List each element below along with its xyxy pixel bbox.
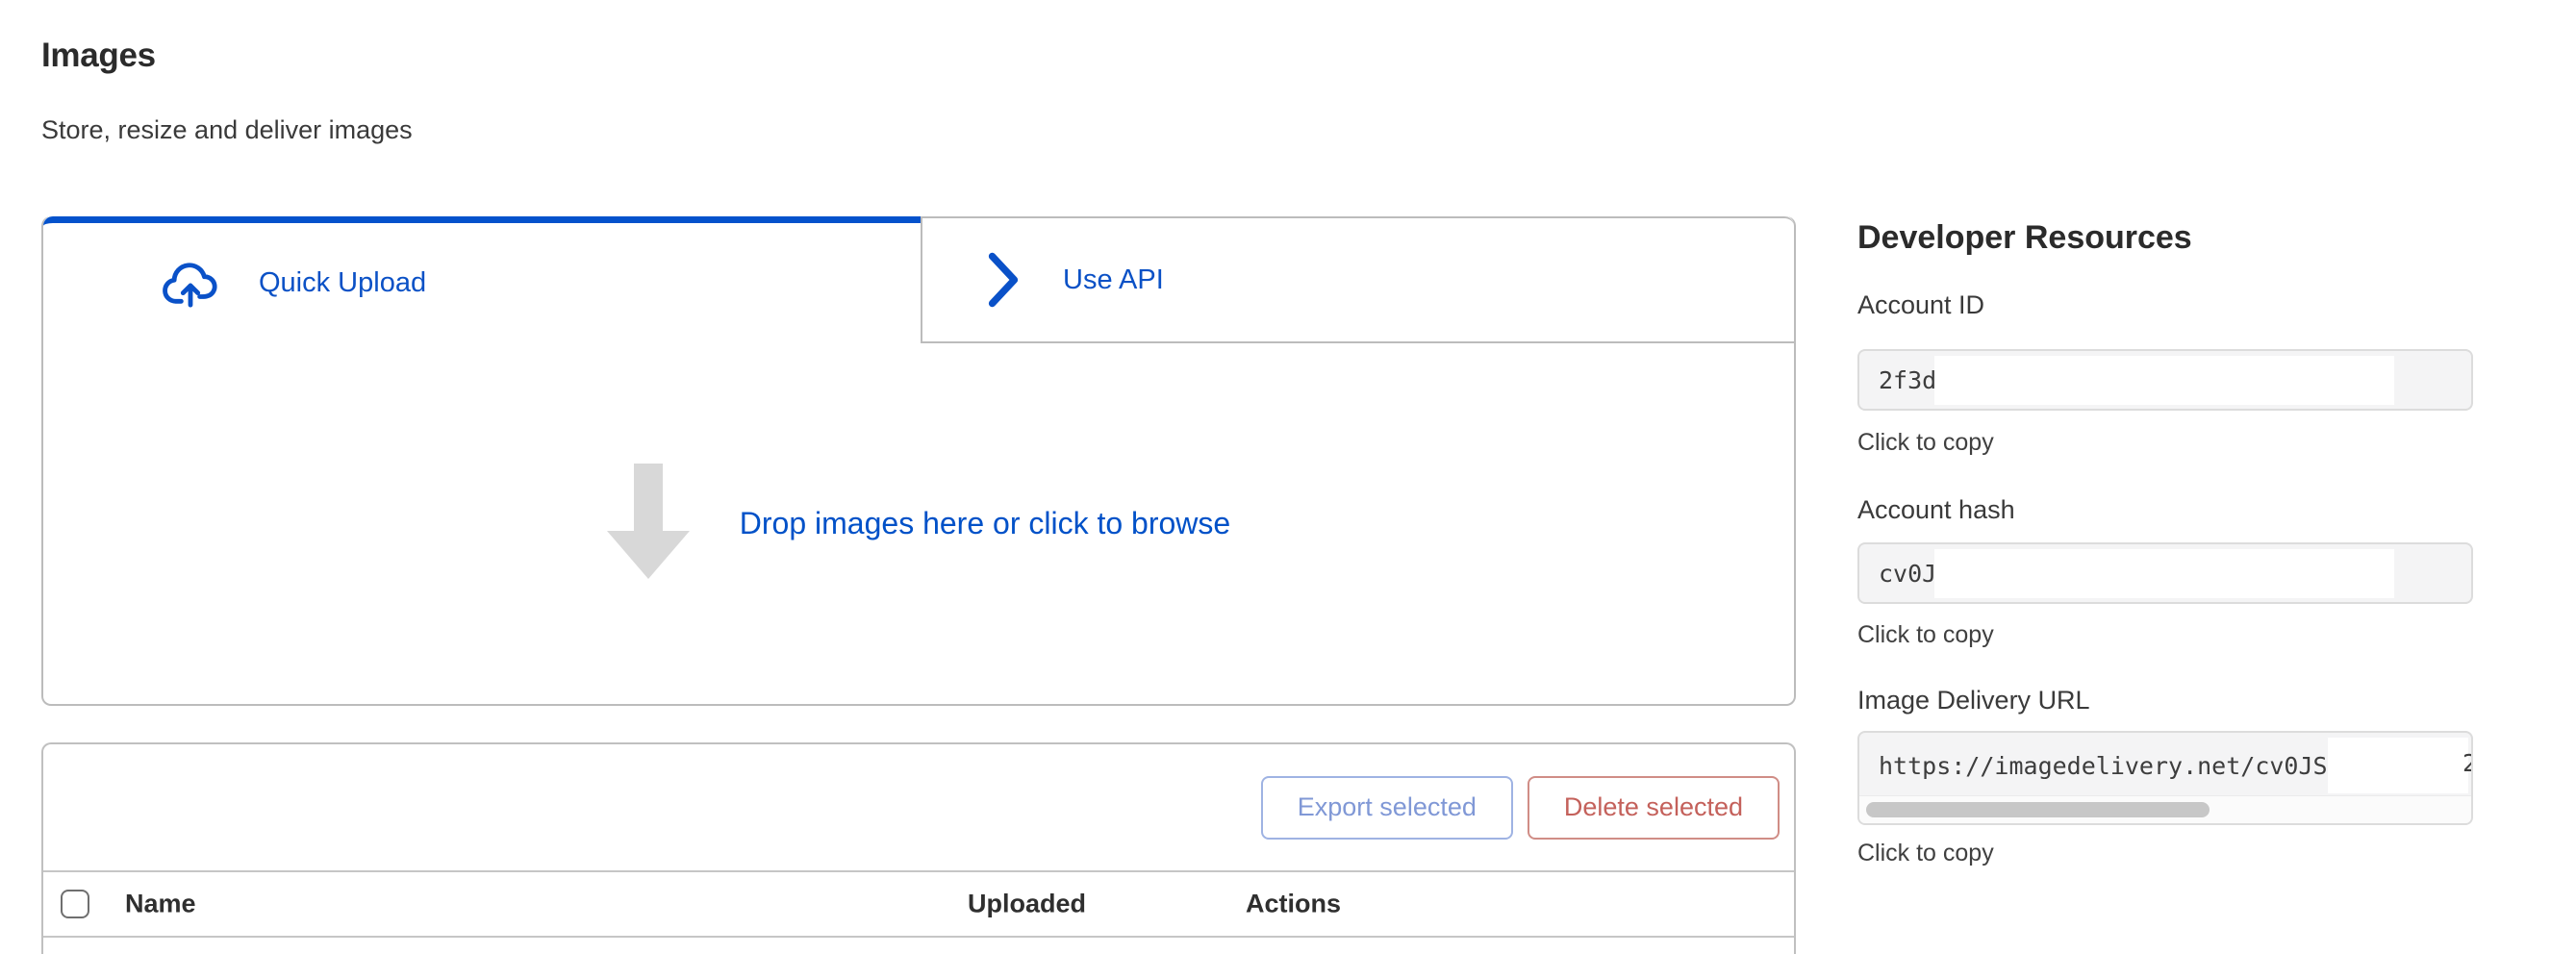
developer-resources-title: Developer Resources: [1857, 219, 2192, 257]
account-id-helper: Click to copy: [1857, 429, 1994, 457]
image-dropzone[interactable]: Drop images here or click to browse: [43, 343, 1794, 704]
column-header-actions: Actions: [1246, 890, 1341, 919]
tab-quick-upload[interactable]: Quick Upload: [43, 216, 921, 343]
image-delivery-url-field[interactable]: https://imagedelivery.net/cv0JS 2: [1857, 731, 2473, 825]
url-scrollbar-thumb[interactable]: [1866, 802, 2210, 817]
image-delivery-url-value: https://imagedelivery.net/cv0JS: [1879, 752, 2328, 780]
account-hash-helper: Click to copy: [1857, 621, 1994, 649]
chevron-right-icon: [986, 251, 1021, 309]
url-scrollbar: [1859, 795, 2471, 823]
account-hash-field[interactable]: cv0J: [1857, 542, 2473, 604]
column-header-name: Name: [125, 890, 196, 919]
account-id-label: Account ID: [1857, 290, 1984, 320]
account-hash-value: cv0J: [1879, 560, 1936, 588]
account-hash-label: Account hash: [1857, 495, 2015, 525]
table-header-row: Name Uploaded Actions: [43, 872, 1794, 938]
account-id-field[interactable]: 2f3d: [1857, 349, 2473, 411]
account-id-value: 2f3d: [1879, 366, 1936, 394]
dropzone-text: Drop images here or click to browse: [740, 506, 1230, 541]
tab-use-api[interactable]: Use API: [921, 216, 1794, 343]
select-all-checkbox[interactable]: [61, 890, 89, 918]
export-selected-button[interactable]: Export selected: [1261, 776, 1513, 840]
arrow-down-icon: [607, 464, 690, 584]
url-fragment: 2: [2462, 749, 2473, 777]
image-delivery-url-label: Image Delivery URL: [1857, 686, 2090, 716]
tab-use-api-label: Use API: [1063, 264, 1164, 296]
page-subtitle: Store, resize and deliver images: [41, 115, 413, 145]
page-title: Images: [41, 37, 156, 75]
tab-quick-upload-label: Quick Upload: [259, 267, 426, 299]
images-page: Images Store, resize and deliver images …: [0, 0, 2576, 954]
column-header-uploaded: Uploaded: [968, 890, 1086, 919]
redaction-overlay: [1934, 549, 2394, 598]
table-toolbar: Export selected Delete selected: [43, 744, 1794, 872]
redaction-overlay: [1934, 356, 2394, 405]
images-table-card: Export selected Delete selected Name Upl…: [41, 742, 1796, 954]
image-delivery-url-helper: Click to copy: [1857, 840, 1994, 867]
delete-selected-button[interactable]: Delete selected: [1528, 776, 1780, 840]
cloud-upload-icon: [161, 259, 220, 309]
redaction-overlay: [2328, 738, 2468, 793]
upload-tabbar: Quick Upload Use API: [43, 216, 1794, 343]
upload-card: Quick Upload Use API Drop images here or…: [41, 216, 1796, 706]
